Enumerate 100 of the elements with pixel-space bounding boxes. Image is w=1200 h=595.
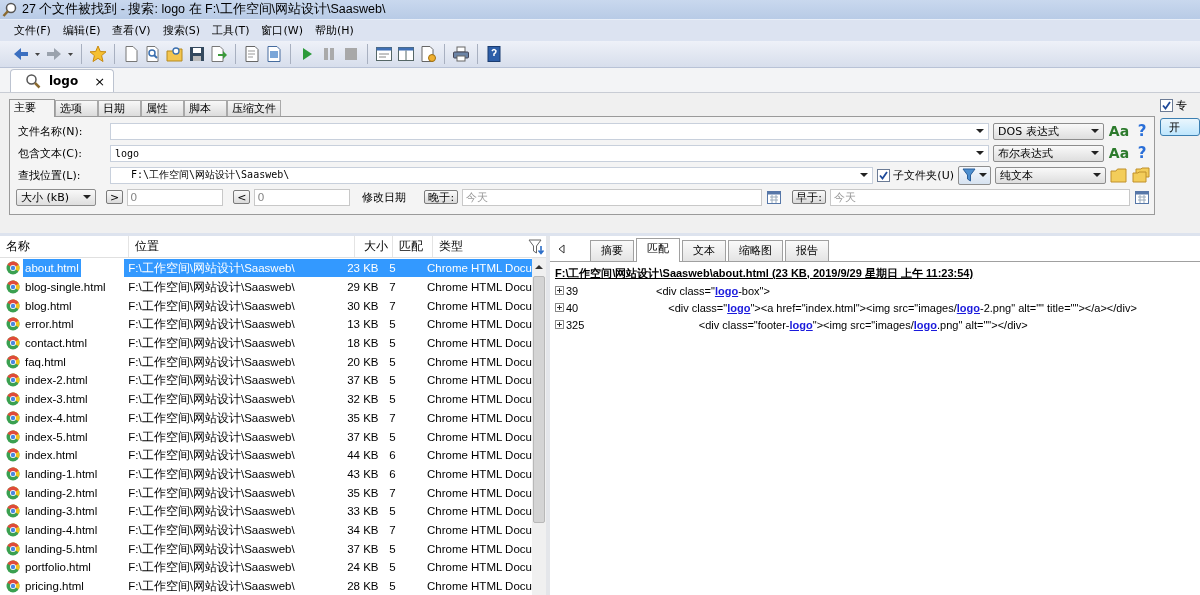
printer-icon[interactable]: [452, 45, 470, 63]
file-icon: [6, 280, 20, 295]
table-cell-text: 7: [388, 280, 397, 296]
file-name[interactable]: index-4.html: [23, 408, 90, 427]
mode-dropdown[interactable]: DOS 表达式: [993, 122, 1104, 140]
scroll-left-icon[interactable]: [558, 243, 566, 254]
help-book-icon[interactable]: [485, 45, 503, 63]
calendar-icon[interactable]: [1134, 189, 1150, 205]
page-icon[interactable]: [122, 45, 140, 63]
page-search-icon[interactable]: [144, 45, 162, 63]
file-name[interactable]: index-2.html: [23, 371, 90, 390]
file-name[interactable]: landing-2.html: [23, 483, 100, 502]
tab[interactable]: 属性: [141, 100, 184, 116]
column-header[interactable]: 大小: [355, 236, 394, 257]
calendar-icon[interactable]: [766, 189, 783, 205]
document-icon[interactable]: [243, 45, 261, 63]
file-name[interactable]: index-3.html: [23, 390, 90, 409]
expert-checkbox[interactable]: 专: [1160, 98, 1200, 113]
table-cell-text: 5: [388, 541, 397, 557]
scrollbar-thumb[interactable]: [533, 276, 545, 523]
help-icon[interactable]: ?: [1134, 144, 1150, 162]
file-name[interactable]: index-5.html: [23, 427, 90, 446]
file-name[interactable]: portfolio.html: [23, 558, 93, 577]
menu-item[interactable]: 窗口(W): [255, 23, 309, 38]
checkbox-icon[interactable]: [877, 168, 891, 182]
table-cell-text: 37 KB: [346, 373, 380, 389]
tab[interactable]: 匹配: [636, 238, 680, 262]
expand-icon[interactable]: [555, 320, 564, 329]
scroll-up-icon[interactable]: [535, 264, 543, 270]
date-button[interactable]: 晚于:: [424, 190, 459, 204]
tab[interactable]: 脚本: [184, 100, 227, 116]
window-icon[interactable]: [375, 45, 393, 63]
max-size-field[interactable]: 0: [254, 188, 351, 206]
back-arrow-icon[interactable]: [12, 45, 30, 63]
document-tab[interactable]: logo ×: [10, 69, 115, 92]
file-name[interactable]: faq.html: [23, 352, 68, 371]
expand-icon[interactable]: [555, 303, 564, 312]
folder-field[interactable]: F:\工作空间\网站设计\Saasweb\: [110, 166, 874, 184]
scrollbar[interactable]: [532, 258, 546, 595]
file-name[interactable]: blog-single.html: [23, 278, 108, 297]
tab[interactable]: 主要: [9, 99, 55, 117]
less-than-button[interactable]: <: [233, 190, 251, 204]
file-name[interactable]: pricing.html: [23, 577, 86, 595]
case-sensitive-icon[interactable]: Aa: [1108, 145, 1130, 161]
filter-icon[interactable]: [528, 238, 546, 255]
search-icon: [25, 73, 41, 89]
subfolders-checkbox[interactable]: 子文件夹(U): [877, 167, 954, 183]
table-cell-text: Chrome HTML Docu: [425, 429, 532, 445]
table-cell-text: 5: [388, 373, 397, 389]
case-sensitive-icon[interactable]: Aa: [1108, 123, 1130, 139]
file-icon: [6, 410, 20, 425]
tab[interactable]: 报告: [785, 240, 829, 261]
menu-item[interactable]: 编辑(E): [56, 23, 107, 38]
file-name[interactable]: error.html: [23, 315, 76, 334]
min-size-field[interactable]: 0: [127, 188, 224, 206]
tab[interactable]: 文本: [682, 240, 726, 261]
file-name[interactable]: landing-4.html: [23, 520, 100, 539]
file-name[interactable]: landing-5.html: [23, 539, 100, 558]
tab[interactable]: 选项: [55, 100, 98, 116]
tab[interactable]: 缩略图: [728, 240, 783, 261]
menu-item[interactable]: 搜索(S): [156, 23, 207, 38]
tab[interactable]: 日期: [98, 100, 141, 116]
folder-search-icon[interactable]: [166, 45, 184, 63]
file-name-field[interactable]: [110, 122, 989, 140]
mode-dropdown[interactable]: 布尔表达式: [993, 144, 1104, 162]
code-line: <div class="footer-logo"><img src="images/logo.png" alt=""></div>: [697, 318, 1028, 331]
help-icon[interactable]: ?: [1134, 122, 1150, 140]
expand-icon[interactable]: [555, 286, 564, 295]
size-dropdown[interactable]: 大小 (kB): [16, 188, 96, 206]
checkbox-icon[interactable]: [1160, 99, 1173, 112]
split-window-icon[interactable]: [397, 45, 415, 63]
file-name[interactable]: landing-3.html: [23, 502, 100, 521]
file-name[interactable]: blog.html: [23, 296, 74, 315]
image-document-icon[interactable]: [265, 45, 283, 63]
document-gear-icon[interactable]: [419, 45, 437, 63]
tab[interactable]: 摘要: [590, 240, 634, 261]
greater-than-button[interactable]: >: [106, 190, 124, 204]
column-header[interactable]: 匹配: [393, 236, 434, 257]
file-name[interactable]: index.html: [23, 446, 80, 465]
menu-item[interactable]: 文件(F): [8, 23, 57, 38]
file-icon: [6, 317, 20, 332]
file-name[interactable]: landing-1.html: [23, 464, 100, 483]
start-button[interactable]: 开: [1160, 118, 1200, 136]
save-icon[interactable]: [188, 45, 206, 63]
menu-item[interactable]: 帮助(H): [308, 23, 360, 38]
filter-button[interactable]: [958, 165, 991, 185]
column-header[interactable]: 位置: [128, 236, 356, 257]
star-icon[interactable]: [89, 45, 107, 63]
tab[interactable]: 压缩文件: [227, 100, 281, 116]
table-cell-text: 18 KB: [346, 336, 380, 352]
file-name[interactable]: contact.html: [23, 334, 89, 353]
menu-item[interactable]: 工具(T): [206, 23, 256, 38]
menu-item[interactable]: 查看(V): [106, 23, 157, 38]
mode-dropdown[interactable]: 纯文本: [995, 166, 1106, 184]
text-field[interactable]: logo: [110, 144, 989, 162]
close-button[interactable]: ×: [86, 73, 106, 89]
column-header[interactable]: 类型: [433, 236, 528, 257]
export-icon[interactable]: [210, 45, 228, 63]
column-header[interactable]: 名称: [0, 236, 129, 257]
date-button[interactable]: 早于:: [792, 190, 826, 204]
